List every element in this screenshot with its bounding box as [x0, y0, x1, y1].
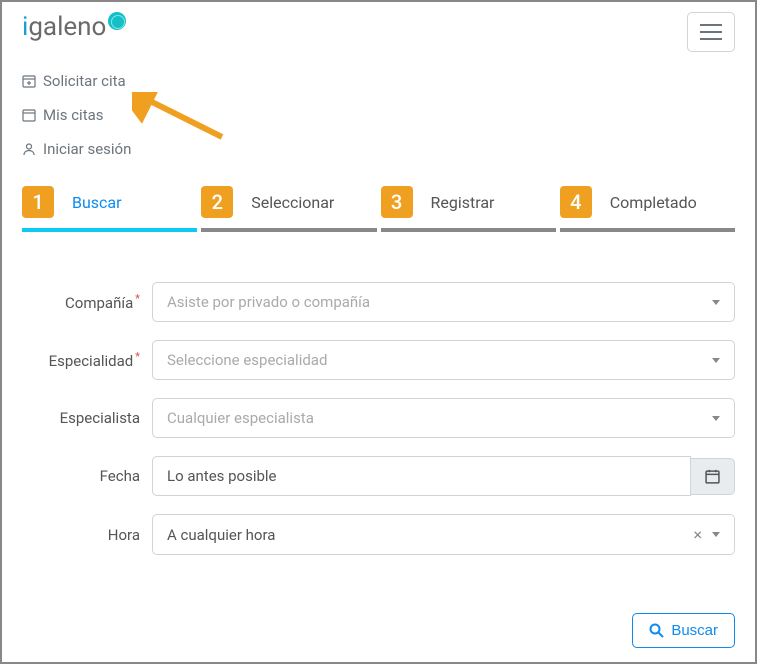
required-mark: * — [135, 292, 140, 305]
row-fecha: Fecha Lo antes posible — [22, 456, 735, 496]
nav-menu: Solicitar cita Mis citas Iniciar sesión — [2, 52, 755, 172]
user-icon — [22, 142, 36, 156]
select-hora[interactable]: A cualquier hora × — [152, 514, 735, 555]
select-placeholder: Asiste por privado o compañía — [167, 293, 370, 311]
fecha-value: Lo antes posible — [167, 467, 277, 485]
label-compania: Compañía* — [22, 292, 152, 312]
wizard-step-completado[interactable]: 4 Completado — [560, 186, 735, 232]
label-hora: Hora — [22, 526, 152, 544]
row-hora: Hora A cualquier hora × — [22, 514, 735, 555]
nav-label: Solicitar cita — [43, 72, 126, 90]
chevron-down-icon — [712, 416, 720, 421]
input-fecha[interactable]: Lo antes posible — [152, 456, 691, 496]
step-number: 1 — [22, 186, 54, 218]
row-compania: Compañía* Asiste por privado o compañía — [22, 282, 735, 322]
logo-text: galeno — [28, 12, 106, 42]
step-label: Registrar — [431, 193, 495, 212]
nav-label: Iniciar sesión — [43, 140, 131, 158]
label-especialidad: Especialidad* — [22, 350, 152, 370]
wizard-step-buscar[interactable]: 1 Buscar — [22, 186, 197, 232]
form-footer: Buscar — [2, 573, 755, 668]
clear-icon[interactable]: × — [693, 525, 702, 544]
step-number: 2 — [201, 186, 233, 218]
search-form: Compañía* Asiste por privado o compañía … — [2, 232, 755, 555]
select-especialidad[interactable]: Seleccione especialidad — [152, 340, 735, 380]
search-button-label: Buscar — [671, 622, 718, 639]
chevron-down-icon — [712, 532, 720, 537]
step-label: Seleccionar — [251, 193, 334, 212]
calendar-icon — [705, 469, 720, 484]
label-especialista: Especialista — [22, 409, 152, 427]
search-icon — [649, 623, 664, 638]
logo[interactable]: igaleno — [22, 12, 126, 42]
header: igaleno — [2, 2, 755, 52]
date-picker-button[interactable] — [691, 458, 735, 495]
calendar-icon — [22, 108, 36, 122]
wizard-step-registrar[interactable]: 3 Registrar — [381, 186, 556, 232]
menu-toggle-button[interactable] — [687, 12, 735, 52]
wizard-step-seleccionar[interactable]: 2 Seleccionar — [201, 186, 376, 232]
chevron-down-icon — [712, 300, 720, 305]
calendar-plus-icon — [22, 74, 36, 88]
row-especialista: Especialista Cualquier especialista — [22, 398, 735, 438]
step-label: Buscar — [72, 193, 122, 212]
select-placeholder: Seleccione especialidad — [167, 351, 327, 369]
wizard-steps: 1 Buscar 2 Seleccionar 3 Registrar 4 Com… — [2, 172, 755, 232]
nav-iniciar-sesion[interactable]: Iniciar sesión — [22, 132, 735, 166]
step-label: Completado — [610, 193, 697, 212]
select-placeholder: Cualquier especialista — [167, 409, 314, 427]
select-compania[interactable]: Asiste por privado o compañía — [152, 282, 735, 322]
required-mark: * — [135, 350, 140, 363]
nav-label: Mis citas — [43, 106, 104, 124]
label-fecha: Fecha — [22, 467, 152, 485]
step-number: 4 — [560, 186, 592, 218]
nav-mis-citas[interactable]: Mis citas — [22, 98, 735, 132]
row-especialidad: Especialidad* Seleccione especialidad — [22, 340, 735, 380]
chevron-down-icon — [712, 358, 720, 363]
search-button[interactable]: Buscar — [632, 613, 735, 648]
nav-solicitar-cita[interactable]: Solicitar cita — [22, 64, 735, 98]
hora-value: A cualquier hora — [167, 526, 275, 544]
step-number: 3 — [381, 186, 413, 218]
select-especialista[interactable]: Cualquier especialista — [152, 398, 735, 438]
globe-icon — [108, 12, 126, 30]
